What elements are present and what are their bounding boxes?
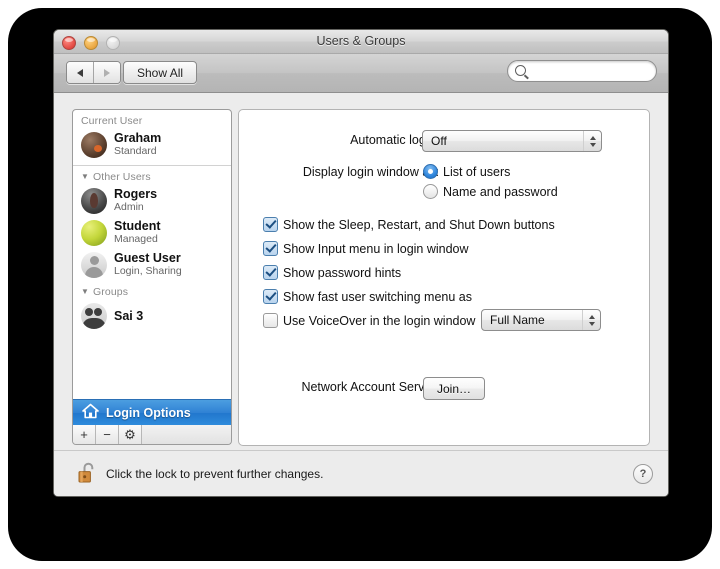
guest-avatar-icon [81,252,107,278]
search-input[interactable] [530,63,648,80]
window-toolbar: Show All [54,54,668,93]
automatic-login-value: Off [431,134,447,148]
current-user-header: Current User [73,110,231,129]
accounts-list: Current User Graham Standard ▼ Other User… [73,110,231,426]
accounts-toolbar-filler [142,425,231,444]
home-icon [82,403,99,424]
checkbox-password-hints[interactable]: Show password hints [263,265,401,280]
checkbox-fast-user-switching-indicator[interactable] [263,289,278,304]
radio-list-of-users[interactable]: List of users [423,164,510,179]
network-account-server-label-row: Network Account Server: [239,380,439,394]
back-arrow-icon [77,68,83,77]
radio-list-of-users-label: List of users [443,164,511,179]
guest-role: Login, Sharing [114,265,182,277]
rogers-role: Admin [114,201,144,213]
fast-user-switching-value: Full Name [490,313,545,327]
radio-list-of-users-indicator[interactable] [423,164,438,179]
forward-arrow-icon [104,68,110,77]
chevron-updown-icon [583,131,601,151]
radio-name-and-password-indicator[interactable] [423,184,438,199]
other-users-header-label: Other Users [93,171,151,183]
sidebar-item-login-options[interactable]: Login Options [73,399,231,426]
window-footer: Click the lock to prevent further change… [54,450,668,496]
student-name: Student [114,219,161,233]
join-button[interactable]: Join… [423,377,486,400]
gear-label: ⚙ [124,427,136,442]
accounts-sidebar: Current User Graham Standard ▼ Other User… [72,109,232,427]
checkbox-fast-user-switching[interactable]: Show fast user switching menu as [263,289,472,304]
users-and-groups-window: Users & Groups Show All Current User Gra… [53,29,669,497]
rogers-name: Rogers [114,187,158,201]
sidebar-item-student[interactable]: Student Managed [73,217,231,249]
groups-header-label: Groups [93,286,129,298]
accounts-toolbar: + − ⚙ [72,425,232,445]
fast-user-switching-popup[interactable]: Full Name [481,309,601,331]
graham-name: Graham [114,131,162,145]
checkbox-input-menu-indicator[interactable] [263,241,278,256]
groups-disclosure-triangle-icon[interactable]: ▼ [81,287,89,296]
automatic-login-popup[interactable]: Off [422,130,602,152]
radio-name-and-password[interactable]: Name and password [423,184,558,199]
lock-message: Click the lock to prevent further change… [106,467,324,481]
checkbox-password-hints-label: Show password hints [283,265,402,280]
groups-header[interactable]: ▼ Groups [73,281,231,300]
graham-avatar-icon [81,132,107,158]
display-login-window-label-row: Display login window as: [239,165,439,179]
checkbox-sleep-restart-shutdown-indicator[interactable] [263,217,278,232]
login-options-label: Login Options [106,406,191,420]
remove-account-button[interactable]: − [96,425,119,444]
checkbox-voiceover-indicator[interactable] [263,313,278,328]
display-login-window-label: Display login window as: [302,165,439,179]
checkbox-sleep-restart-shutdown-label: Show the Sleep, Restart, and Shut Down b… [283,217,555,232]
checkbox-sleep-restart-shutdown[interactable]: Show the Sleep, Restart, and Shut Down b… [263,217,555,232]
back-button[interactable] [67,62,93,83]
sidebar-item-graham[interactable]: Graham Standard [73,129,231,161]
search-icon [515,65,526,76]
join-button-label: Join… [437,381,472,396]
navigation-segmented-control [66,61,121,84]
checkbox-input-menu[interactable]: Show Input menu in login window [263,241,469,256]
window-title: Users & Groups [316,34,406,48]
checkbox-fast-user-switching-label: Show fast user switching menu as [283,289,472,304]
graham-role: Standard [114,145,157,157]
show-all-label: Show All [137,65,184,80]
remove-account-label: − [103,427,111,442]
window-content: Current User Graham Standard ▼ Other User… [54,93,668,496]
chevron-updown-icon-2 [582,310,600,330]
radio-name-and-password-label: Name and password [443,184,558,199]
help-button-label: ? [639,468,647,480]
forward-button [93,62,120,83]
other-users-header[interactable]: ▼ Other Users [73,166,231,185]
login-options-panel: Automatic login: Off Display login windo… [238,109,650,446]
checkbox-input-menu-label: Show Input menu in login window [283,241,469,256]
sidebar-item-rogers[interactable]: Rogers Admin [73,185,231,217]
add-account-button[interactable]: + [73,425,96,444]
window-titlebar: Users & Groups [54,30,668,54]
checkbox-voiceover[interactable]: Use VoiceOver in the login window [263,313,475,328]
show-all-button[interactable]: Show All [123,61,198,84]
student-avatar-icon [81,220,107,246]
sidebar-item-guest-user[interactable]: Guest User Login, Sharing [73,249,231,281]
add-account-label: + [80,427,88,442]
group-avatar-icon [81,303,107,329]
search-field[interactable] [507,60,657,82]
automatic-login-label-row: Automatic login: [239,133,439,147]
sidebar-item-sai-3[interactable]: Sai 3 [73,300,231,332]
screenshot-canvas: Users & Groups Show All Current User Gra… [0,0,720,569]
help-button[interactable]: ? [633,464,653,484]
checkbox-voiceover-label: Use VoiceOver in the login window [283,313,476,328]
checkbox-password-hints-indicator[interactable] [263,265,278,280]
sai-3-name: Sai 3 [114,309,144,323]
guest-name: Guest User [114,251,181,265]
current-user-header-label: Current User [81,115,143,127]
rogers-avatar-icon [81,188,107,214]
gear-icon[interactable]: ⚙ [119,425,142,444]
lock-icon[interactable] [76,461,100,485]
student-role: Managed [114,233,158,245]
network-account-server-label: Network Account Server: [301,380,439,394]
disclosure-triangle-icon[interactable]: ▼ [81,172,89,181]
